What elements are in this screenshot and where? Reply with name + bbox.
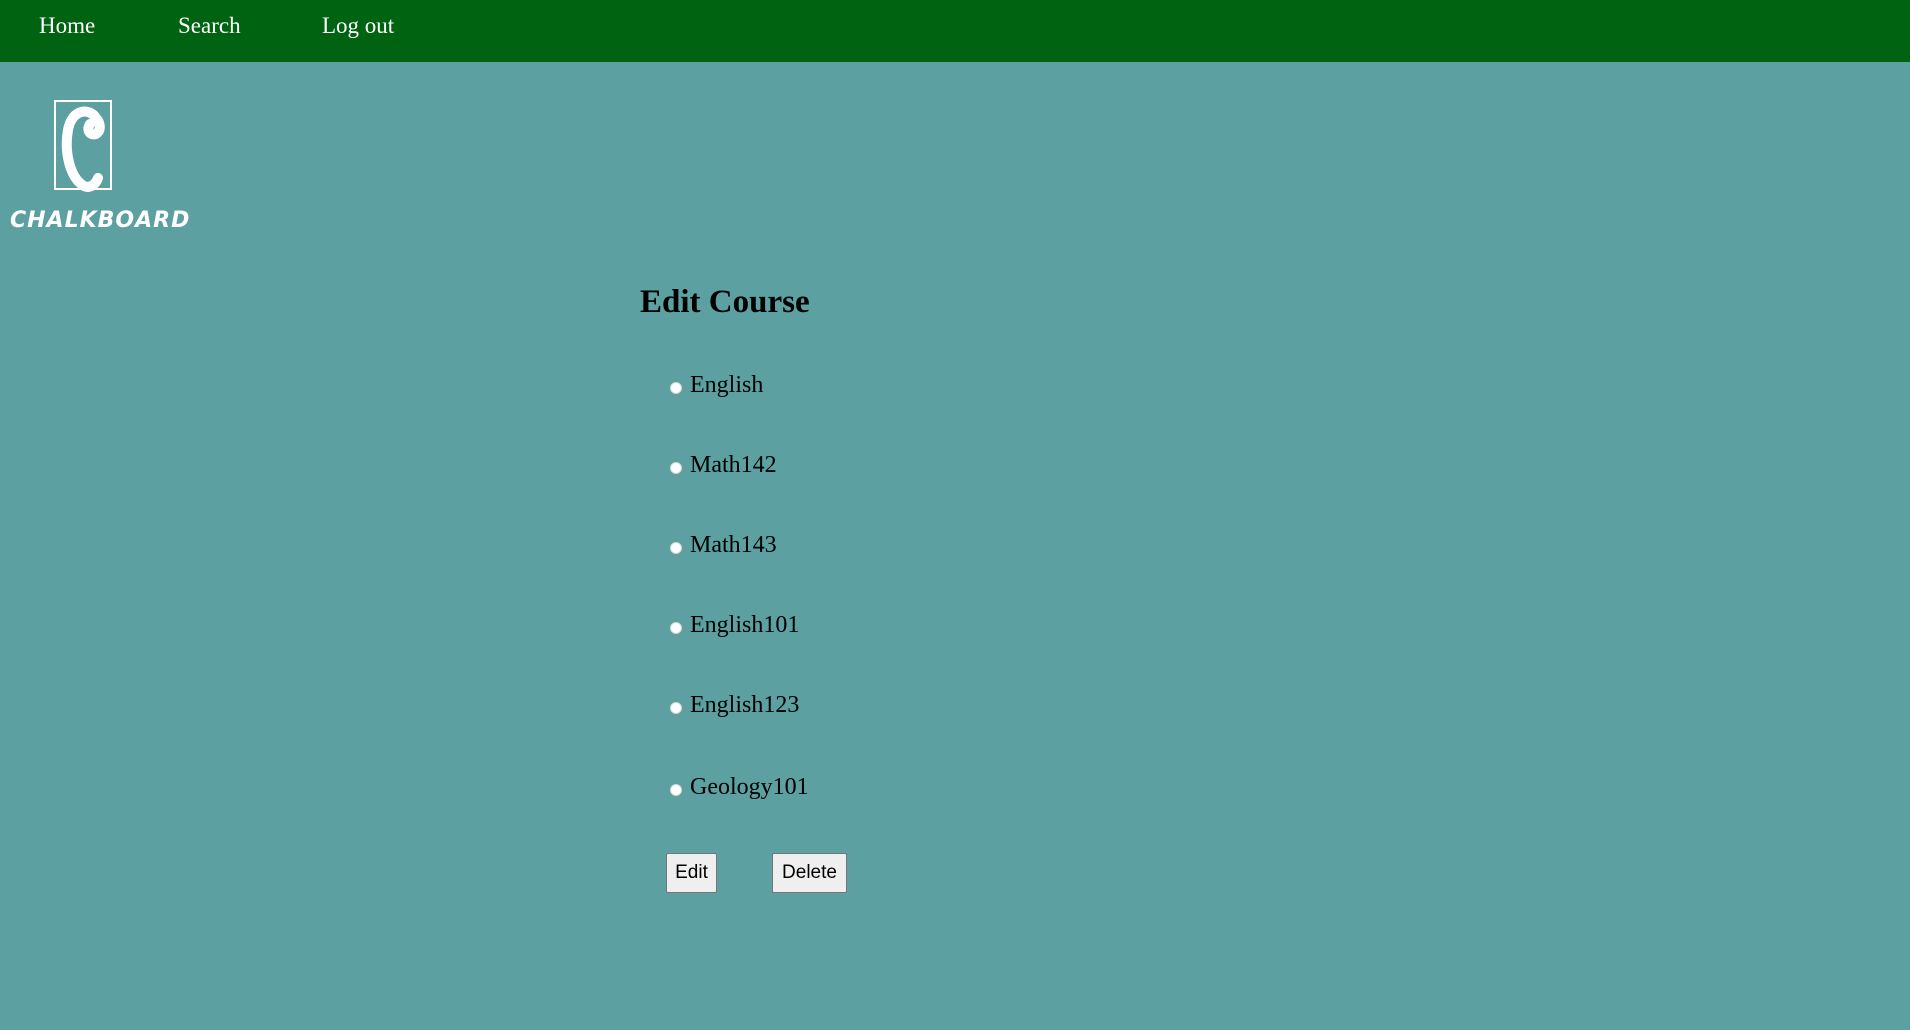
course-label: Math142 <box>690 452 777 478</box>
page-title: Edit Course <box>640 284 810 320</box>
course-label: Geology101 <box>690 774 809 800</box>
course-label: Math143 <box>690 532 777 558</box>
course-label: English101 <box>690 612 800 638</box>
delete-button[interactable]: Delete <box>772 853 847 893</box>
radio-button[interactable] <box>670 702 682 714</box>
radio-button[interactable] <box>670 542 682 554</box>
radio-button[interactable] <box>670 462 682 474</box>
course-label: English123 <box>690 692 800 718</box>
nav-link-home[interactable]: Home <box>39 13 95 39</box>
edit-button[interactable]: Edit <box>666 853 717 893</box>
logo-mark-icon <box>54 100 112 192</box>
radio-button[interactable] <box>670 622 682 634</box>
course-label: English <box>690 372 764 398</box>
radio-button[interactable] <box>670 382 682 394</box>
nav-link-search[interactable]: Search <box>178 13 241 39</box>
logo-wordmark: CHALKBOARD <box>10 208 191 233</box>
radio-button[interactable] <box>670 784 682 796</box>
nav-link-logout[interactable]: Log out <box>322 13 394 39</box>
chalkboard-logo: CHALKBOARD <box>10 100 191 242</box>
top-navigation-bar: Home Search Log out <box>0 0 1910 62</box>
